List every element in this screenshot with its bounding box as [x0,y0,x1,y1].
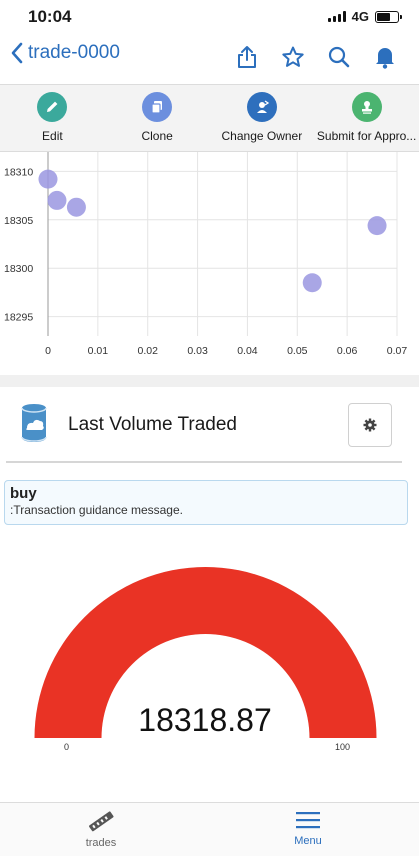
clone-button[interactable]: Clone [105,85,210,151]
y-tick-label: 18295 [4,312,33,324]
chevron-left-icon [11,42,23,64]
back-button[interactable]: trade-0000 [10,42,120,64]
gauge-value: 18318.87 [138,702,272,738]
action-bar: Edit Clone Change Owner Submit for Appro… [0,84,419,152]
share-icon[interactable] [235,44,259,70]
menu-icon [296,812,320,829]
tab-trades[interactable]: trades [46,809,156,849]
edit-icon [37,92,68,122]
database-cloud-icon [18,402,50,451]
search-icon[interactable] [327,44,351,70]
card-header: Last Volume Traded [0,388,419,462]
edit-label: Edit [42,129,63,143]
settings-button[interactable] [348,403,392,447]
edit-button[interactable]: Edit [0,85,105,151]
scatter-point [47,190,67,210]
network-label: 4G [351,9,369,24]
x-tick-label: 0.05 [287,345,308,357]
y-tick-label: 18305 [4,215,33,227]
submit-approval-button[interactable]: Submit for Appro... [314,85,419,151]
card-title: Last Volume Traded [68,414,237,435]
change-owner-icon [246,92,277,122]
tab-trades-label: trades [85,837,117,849]
change-owner-button[interactable]: Change Owner [210,85,315,151]
record-title: trade-0000 [28,42,120,63]
section-divider [0,375,419,387]
gauge-min-label: 0 [64,742,70,752]
star-icon[interactable] [281,44,305,70]
nav-header: trade-0000 [0,36,419,80]
tab-menu[interactable]: Menu [253,809,363,847]
x-tick-label: 0 [45,345,51,357]
scatter-chart: 0 0.01 0.02 0.03 0.04 0.05 0.06 0.07 18295 18300 1… [0,152,419,374]
battery-icon [375,10,402,23]
card-divider [6,461,402,463]
gear-icon [363,418,377,432]
signal-icon [327,11,346,22]
y-tick-label: 18300 [4,263,33,275]
x-tick-label: 0.01 [88,345,109,357]
status-time: 10:04 [28,7,72,26]
tab-bar: trades Menu [0,802,419,856]
x-tick-label: 0.02 [137,345,158,357]
x-tick-label: 0.03 [187,345,208,357]
y-tick-label: 18310 [4,166,33,178]
scatter-chart-svg: 0 0.01 0.02 0.03 0.04 0.05 0.06 0.07 18295 18300 1… [4,152,408,357]
submit-approval-icon [351,92,382,122]
status-indicators: 4G [327,9,402,24]
status-bar: 10:04 4G [0,0,419,32]
tab-menu-label: Menu [294,835,322,847]
trades-icon [89,811,114,832]
scatter-point [367,216,387,236]
bell-icon[interactable] [373,44,397,70]
clone-icon [142,92,173,122]
submit-approval-label: Submit for Appro... [316,129,417,143]
x-tick-label: 0.07 [387,345,408,357]
x-tick-label: 0.06 [337,345,358,357]
scatter-point [66,197,86,217]
scatter-point [302,273,322,293]
clone-label: Clone [141,129,173,143]
guidance-message: buy :Transaction guidance message. [4,480,408,525]
message-title: buy [10,485,37,502]
x-tick-label: 0.04 [237,345,258,357]
scatter-point [38,169,58,189]
change-owner-label: Change Owner [221,129,303,143]
gauge-max-label: 100 [335,742,351,752]
message-text: :Transaction guidance message. [10,503,183,517]
